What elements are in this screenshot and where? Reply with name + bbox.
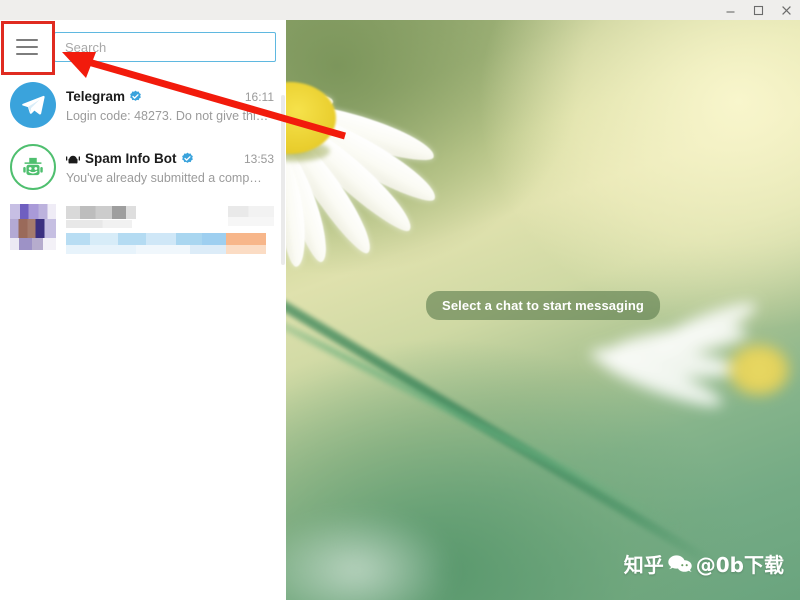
- chat-timestamp: 13:53: [243, 151, 274, 166]
- chat-timestamp: 16:11: [244, 89, 274, 104]
- verified-badge-icon: [181, 152, 194, 165]
- censored-timestamp-block: [228, 206, 274, 217]
- bot-robot-icon: [23, 157, 43, 176]
- search-input[interactable]: [54, 32, 276, 62]
- censored-preview-block-shadow: [66, 245, 266, 254]
- wechat-icon: [667, 554, 693, 574]
- sidebar: Telegram 16:11 Login code: 48273. Do not…: [0, 20, 286, 600]
- avatar: [10, 144, 56, 190]
- chat-preview: You've already submitted a comp…: [66, 171, 262, 185]
- menu-button[interactable]: [0, 20, 54, 74]
- background-daisy-right: [570, 265, 800, 415]
- window-titlebar: [0, 0, 800, 20]
- verified-badge-icon: [129, 90, 142, 103]
- chat-list-item-censored[interactable]: [0, 198, 286, 256]
- telegram-desktop-window: Select a chat to start messaging 知乎 @0b下…: [0, 0, 800, 600]
- chat-content: Telegram 16:11 Login code: 48273. Do not…: [66, 87, 274, 123]
- select-chat-placeholder: Select a chat to start messaging: [426, 291, 660, 320]
- chat-list: Telegram 16:11 Login code: 48273. Do not…: [0, 74, 286, 256]
- censored-timestamp-block-shadow: [228, 217, 274, 226]
- watermark-handle: @0b下载: [695, 553, 784, 577]
- maximize-button[interactable]: [744, 0, 772, 20]
- sidebar-scrollbar[interactable]: [281, 95, 285, 265]
- chat-list-item-telegram[interactable]: Telegram 16:11 Login code: 48273. Do not…: [0, 74, 286, 136]
- sidebar-header: [0, 20, 286, 74]
- chat-background-panel: Select a chat to start messaging 知乎 @0b下…: [286, 20, 800, 600]
- chat-title-row: Telegram 16:11: [66, 87, 274, 106]
- censored-name-block-shadow: [66, 220, 132, 228]
- telegram-plane-icon: [22, 95, 45, 115]
- minimize-button[interactable]: [716, 0, 744, 20]
- chat-list-item-spam-info-bot[interactable]: Spam Info Bot 13:53 You've already submi…: [0, 136, 286, 198]
- hamburger-menu-icon: [16, 39, 38, 55]
- censored-name-block: [66, 206, 136, 219]
- censored-avatar: [10, 204, 56, 250]
- search-container: [54, 32, 286, 62]
- watermark-prefix: 知乎: [623, 553, 664, 577]
- chat-preview: Login code: 48273. Do not give thi…: [66, 109, 269, 123]
- close-button[interactable]: [772, 0, 800, 20]
- chat-name: Spam Info Bot: [85, 151, 177, 166]
- censored-preview-block: [66, 233, 266, 245]
- muted-icon: [66, 152, 80, 165]
- avatar: [10, 82, 56, 128]
- chat-name: Telegram: [66, 89, 126, 104]
- chat-title-row: Spam Info Bot 13:53: [66, 149, 274, 168]
- chat-content: Spam Info Bot 13:53 You've already submi…: [66, 149, 274, 185]
- watermark: 知乎 @0b下载: [624, 549, 784, 578]
